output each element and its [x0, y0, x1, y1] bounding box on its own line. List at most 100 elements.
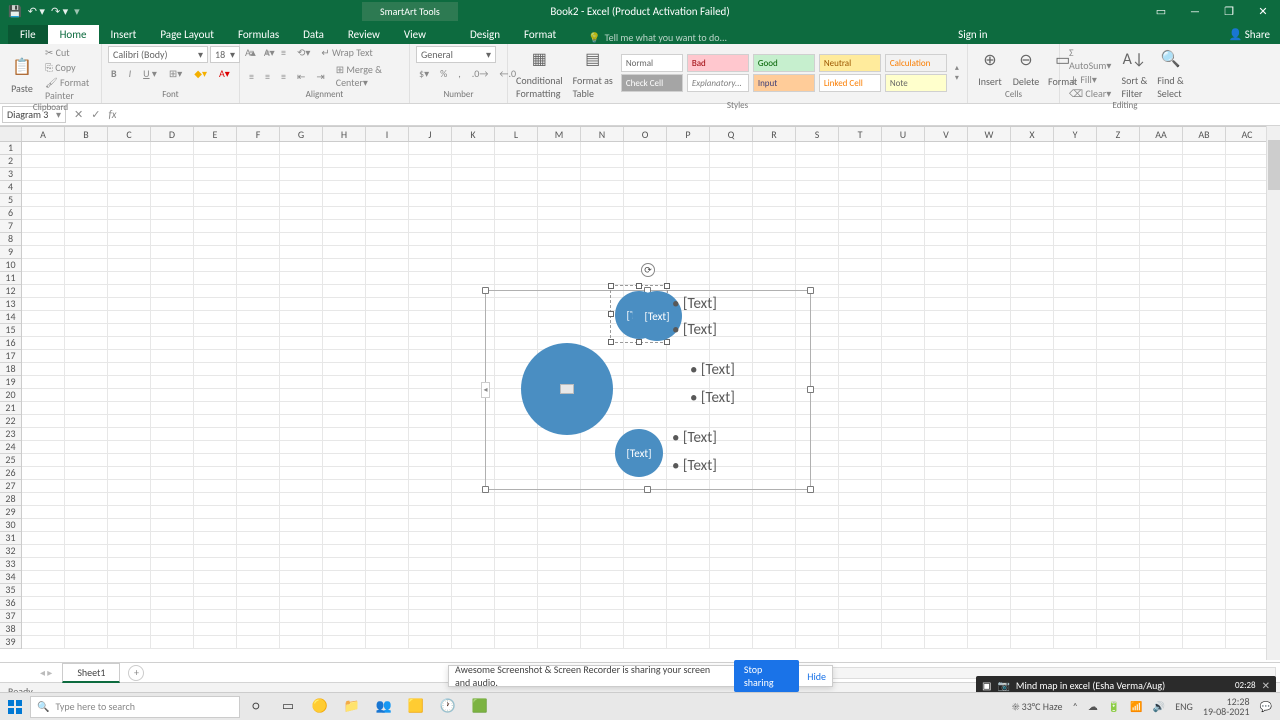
- style-bad[interactable]: Bad: [687, 54, 749, 72]
- font-name-input[interactable]: Calibri (Body)▾: [108, 46, 208, 63]
- italic-button[interactable]: I: [126, 67, 135, 80]
- sticky-notes-icon[interactable]: 🟨: [400, 693, 432, 721]
- column-headers[interactable]: ABCDEFGHIJKLMNOPQRSTUVWXYZAAABAC: [0, 126, 1280, 142]
- fill-button[interactable]: ↓ Fill▾: [1066, 73, 1114, 86]
- smartart-bullet-1a[interactable]: • [Text]: [672, 295, 717, 313]
- action-center-icon[interactable]: 💬: [1260, 700, 1272, 713]
- align-center-button[interactable]: ≡: [262, 70, 273, 83]
- delete-cells-button[interactable]: ⊖Delete: [1010, 47, 1042, 88]
- tray-chevron-icon[interactable]: ˄: [1072, 700, 1077, 713]
- style-linked[interactable]: Linked Cell: [819, 74, 881, 92]
- format-as-table-button[interactable]: ▤Format as Table: [571, 46, 615, 100]
- start-button[interactable]: [0, 693, 30, 721]
- onedrive-icon[interactable]: ☁: [1088, 700, 1098, 713]
- smartart-main-circle[interactable]: [521, 343, 613, 435]
- smartart-bullet-3b[interactable]: • [Text]: [672, 457, 717, 475]
- tab-data[interactable]: Data: [291, 25, 336, 44]
- autosum-button[interactable]: Σ AutoSum▾: [1066, 46, 1114, 72]
- excel-taskbar-icon[interactable]: 🟩: [464, 693, 496, 721]
- smartart-bullet-2a[interactable]: • [Text]: [690, 361, 735, 379]
- teams-taskbar-icon[interactable]: 👥: [368, 693, 400, 721]
- teams-close-icon[interactable]: ✕: [1262, 679, 1270, 692]
- file-explorer-icon[interactable]: 📁: [336, 693, 368, 721]
- tab-format[interactable]: Format: [512, 25, 568, 44]
- tab-review[interactable]: Review: [336, 25, 392, 44]
- align-top-button[interactable]: ≡: [246, 46, 257, 59]
- smartart-diagram[interactable]: ⟳ ◂ [Text] [Text] [Text] • [Text] • [Tex…: [485, 290, 811, 490]
- minimize-button[interactable]: —: [1178, 0, 1212, 22]
- fx-icon[interactable]: fx: [108, 108, 116, 121]
- cortana-icon[interactable]: ○: [240, 693, 272, 721]
- style-input[interactable]: Input: [753, 74, 815, 92]
- tab-formulas[interactable]: Formulas: [226, 25, 291, 44]
- align-left-button[interactable]: ≡: [246, 70, 257, 83]
- smartart-bullet-3a[interactable]: • [Text]: [672, 429, 717, 447]
- smartart-textpane-toggle[interactable]: ◂: [481, 382, 490, 398]
- border-button[interactable]: ⊞▾: [166, 67, 185, 80]
- add-sheet-button[interactable]: +: [128, 665, 144, 681]
- align-right-button[interactable]: ≡: [278, 70, 289, 83]
- resize-handle-s[interactable]: [644, 486, 651, 493]
- maximize-button[interactable]: ❐: [1212, 0, 1246, 22]
- sheet-nav-buttons[interactable]: ◂ ▸: [30, 666, 62, 679]
- style-normal[interactable]: Normal: [621, 54, 683, 72]
- fill-color-button[interactable]: ◆▾: [191, 67, 210, 80]
- orientation-button[interactable]: ⟲▾: [294, 46, 313, 59]
- currency-button[interactable]: $▾: [416, 67, 432, 80]
- redo-icon[interactable]: ↷ ▾: [51, 5, 68, 18]
- select-all-corner[interactable]: [0, 127, 22, 141]
- inc-decimal-button[interactable]: .0→: [469, 67, 492, 80]
- format-painter-button[interactable]: 🖌 Format Painter: [42, 76, 95, 102]
- tab-insert[interactable]: Insert: [99, 25, 149, 44]
- qat-custom-icon[interactable]: ▾: [74, 5, 80, 18]
- volume-icon[interactable]: 🔊: [1153, 700, 1165, 713]
- clock-icon[interactable]: 🕐: [432, 693, 464, 721]
- sort-filter-button[interactable]: A↓Sort & Filter: [1118, 46, 1150, 100]
- clock-tray[interactable]: 12:2819-08-2021: [1203, 697, 1250, 717]
- font-size-input[interactable]: 18▾: [210, 46, 240, 63]
- underline-button[interactable]: U ▾: [140, 67, 160, 80]
- undo-icon[interactable]: ↶ ▾: [28, 5, 45, 18]
- share-link[interactable]: 👤 Share: [1219, 25, 1280, 44]
- indent-dec-button[interactable]: ⇤: [294, 70, 308, 83]
- font-color-button[interactable]: A▾: [216, 67, 233, 80]
- smartart-node-3[interactable]: [Text]: [615, 429, 663, 477]
- signin-link[interactable]: Sign in: [948, 25, 997, 44]
- sheet-tab-1[interactable]: Sheet1: [62, 663, 120, 683]
- wifi-icon[interactable]: 📶: [1130, 700, 1142, 713]
- percent-button[interactable]: %: [437, 67, 450, 80]
- style-explanatory[interactable]: Explanatory...: [687, 74, 749, 92]
- merge-center-button[interactable]: ⊞ Merge & Center▾: [333, 63, 403, 89]
- battery-icon[interactable]: 🔋: [1108, 700, 1120, 713]
- close-button[interactable]: ✕: [1246, 0, 1280, 22]
- comma-button[interactable]: ,: [455, 67, 464, 80]
- style-calculation[interactable]: Calculation: [885, 54, 947, 72]
- hide-sharing-button[interactable]: Hide: [807, 670, 826, 683]
- copy-button[interactable]: ⎘ Copy: [42, 61, 95, 74]
- conditional-formatting-button[interactable]: ▦Conditional Formatting: [514, 46, 565, 100]
- tab-file[interactable]: File: [8, 25, 48, 44]
- find-select-button[interactable]: 🔍Find & Select: [1154, 46, 1186, 100]
- stop-sharing-button[interactable]: Stop sharing: [734, 660, 799, 692]
- resize-handle-e[interactable]: [807, 386, 814, 393]
- ribbon-display-icon[interactable]: ▭: [1144, 0, 1178, 22]
- cut-button[interactable]: ✂ Cut: [42, 46, 95, 59]
- number-format-select[interactable]: General▾: [416, 46, 496, 63]
- language-indicator[interactable]: ENG: [1175, 700, 1193, 713]
- tab-home[interactable]: Home: [48, 25, 99, 44]
- style-checkcell[interactable]: Check Cell: [621, 74, 683, 92]
- taskbar-search-input[interactable]: 🔍 Type here to search: [30, 696, 240, 718]
- vertical-scrollbar[interactable]: [1266, 126, 1280, 660]
- resize-handle-ne[interactable]: [807, 287, 814, 294]
- clear-button[interactable]: ⌫ Clear▾: [1066, 87, 1114, 100]
- insert-cells-button[interactable]: ⊕Insert: [974, 47, 1006, 88]
- resize-handle-sw[interactable]: [482, 486, 489, 493]
- rotate-handle-icon[interactable]: ⟳: [641, 263, 655, 277]
- style-note[interactable]: Note: [885, 74, 947, 92]
- smartart-bullet-1b[interactable]: • [Text]: [672, 321, 717, 339]
- save-icon[interactable]: 💾: [8, 5, 22, 18]
- tell-me-search[interactable]: 💡 Tell me what you want to do...: [588, 31, 727, 44]
- indent-inc-button[interactable]: ⇥: [313, 70, 327, 83]
- tab-design[interactable]: Design: [458, 25, 512, 44]
- align-middle-button[interactable]: ≡: [262, 46, 273, 59]
